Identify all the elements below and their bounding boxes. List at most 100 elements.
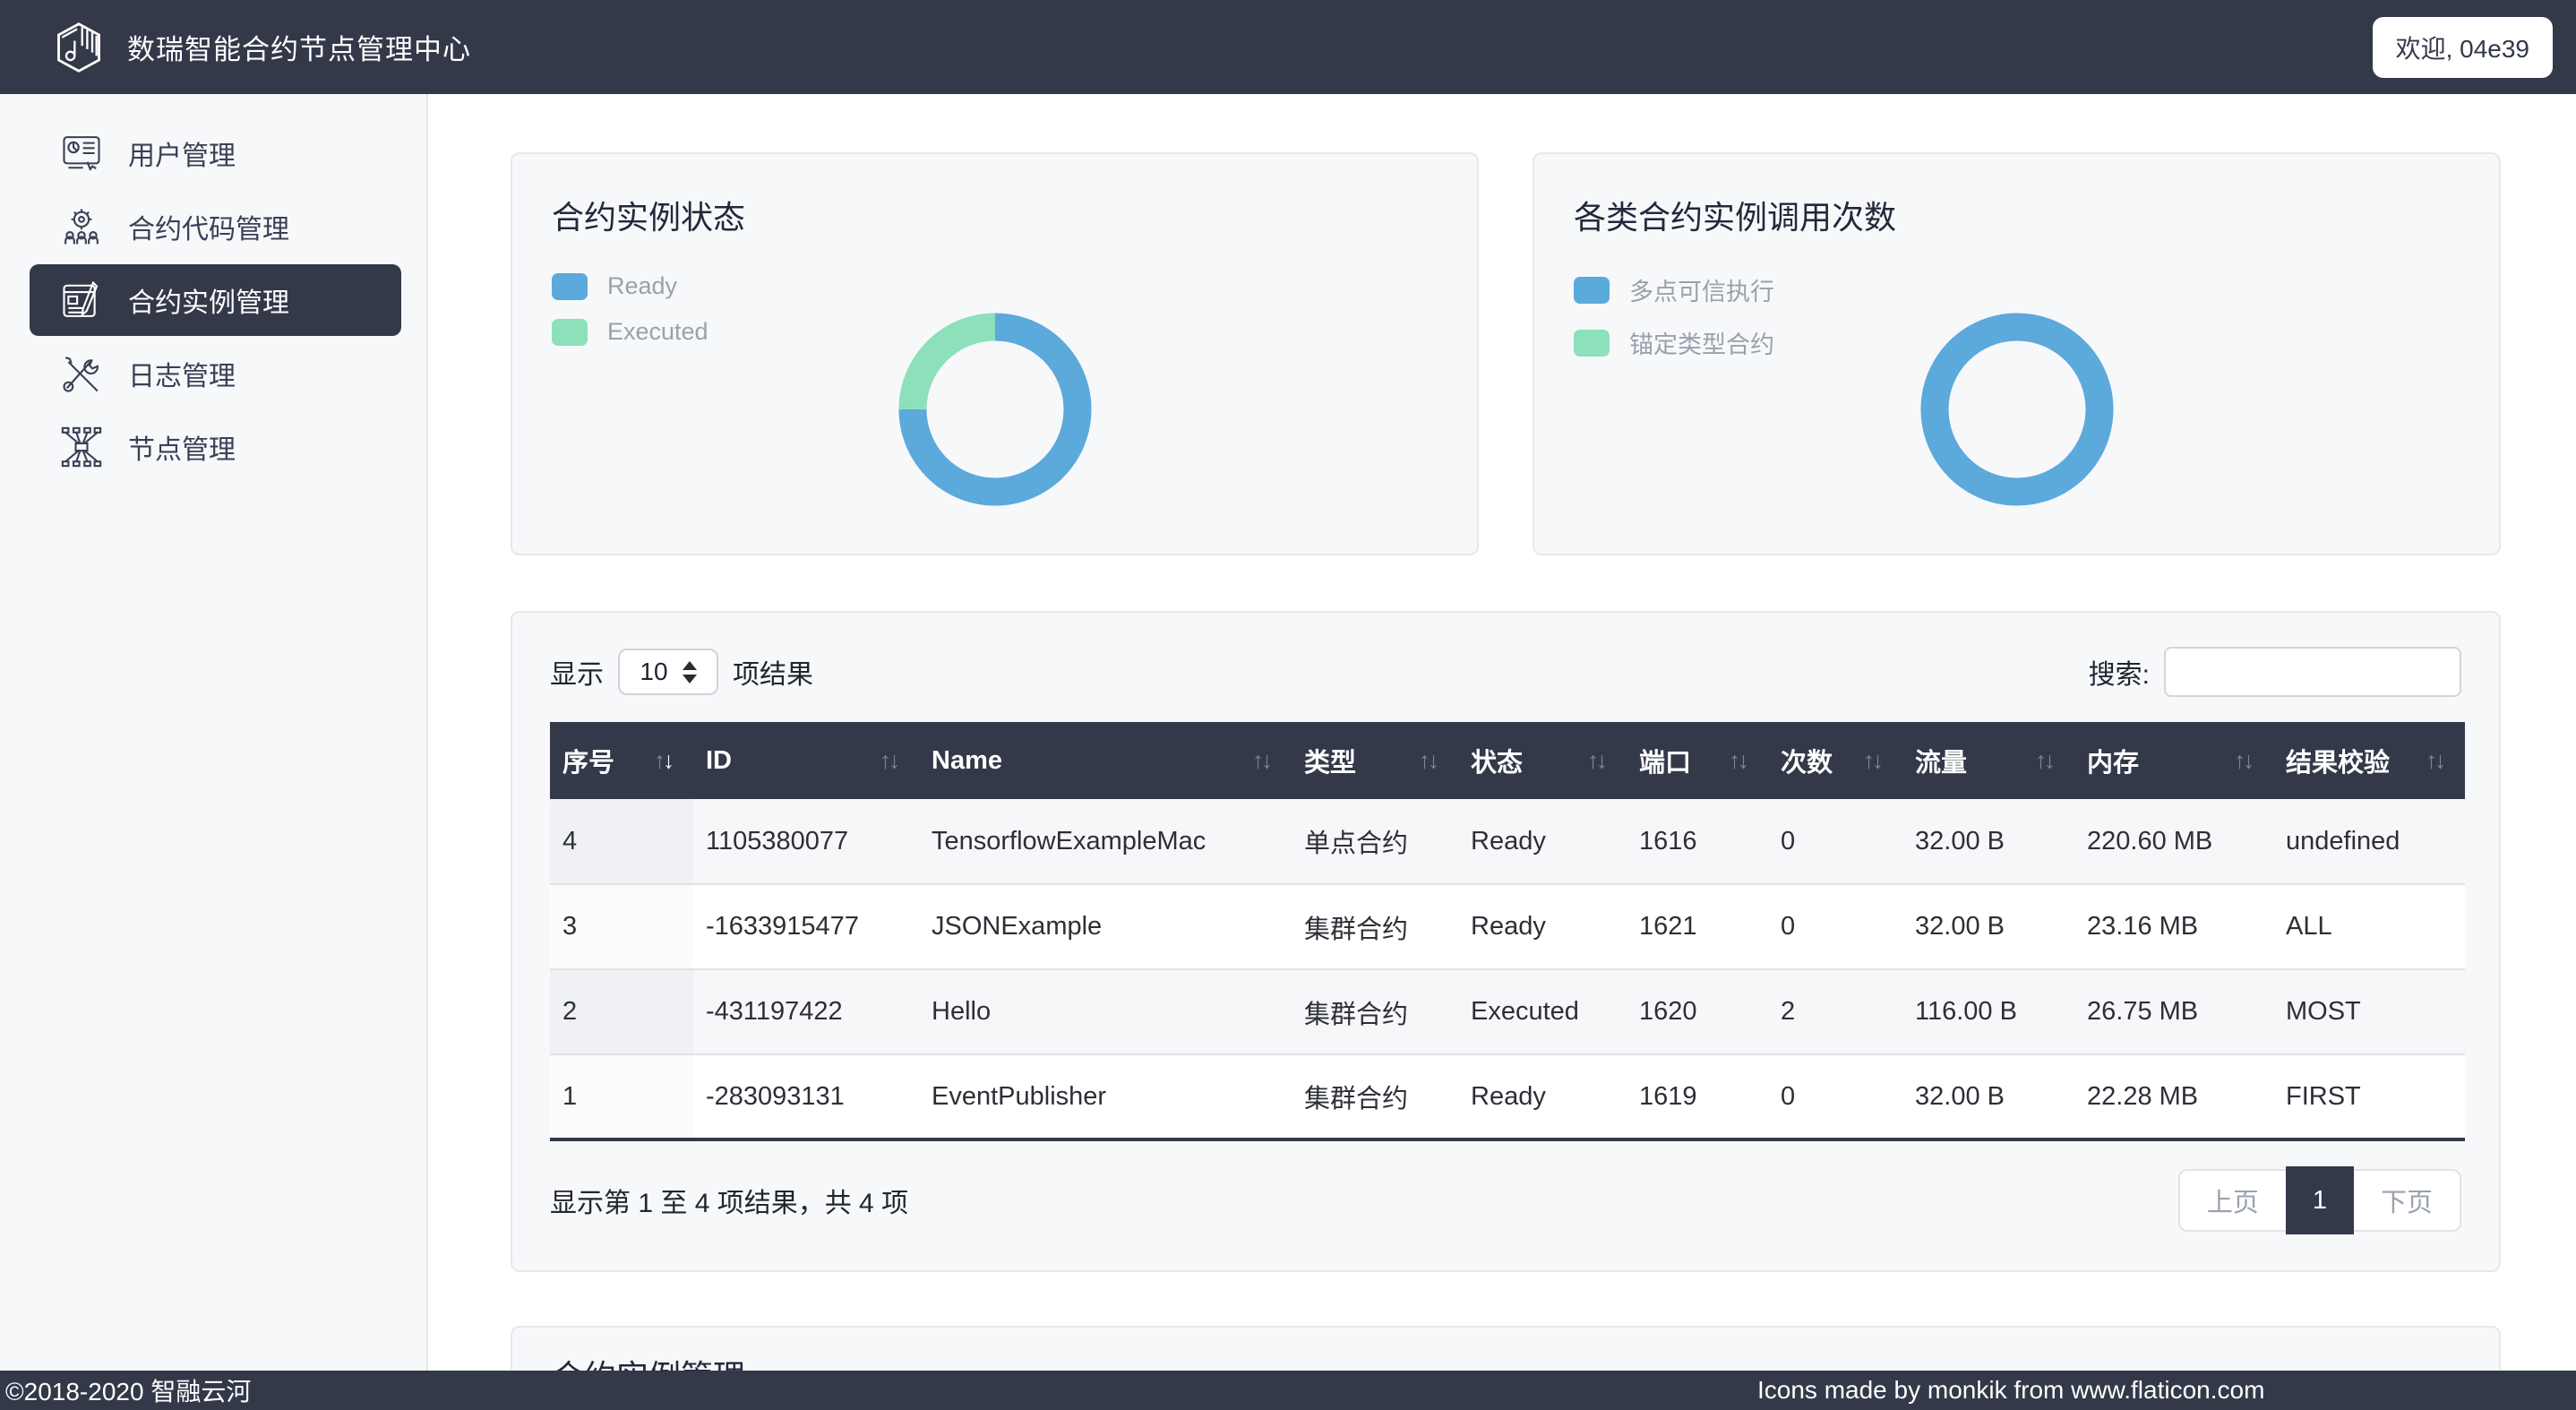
- next-page-button[interactable]: 下页: [2354, 1169, 2461, 1232]
- select-stepper-icon: [683, 661, 697, 684]
- cell-status: Ready: [1458, 1054, 1627, 1139]
- cell-port: 1621: [1627, 884, 1768, 969]
- show-label: 显示: [550, 652, 604, 692]
- table-row: 3 -1633915477 JSONExample 集群合约 Ready 162…: [550, 884, 2465, 969]
- sidebar-item-contract-code[interactable]: 合约代码管理: [30, 191, 401, 262]
- sort-icon: ↑↓: [1252, 747, 1270, 775]
- cell-type: 集群合约: [1292, 1054, 1458, 1139]
- cell-memory: 23.16 MB: [2074, 884, 2273, 969]
- sidebar-item-log-management[interactable]: 日志管理: [30, 338, 401, 409]
- page-size-select[interactable]: 10: [618, 649, 718, 695]
- sidebar-item-label: 合约实例管理: [128, 280, 289, 320]
- column-header-name[interactable]: Name↑↓: [919, 722, 1292, 799]
- cell-name: TensorflowExampleMac: [919, 799, 1292, 884]
- sidebar-item-label: 用户管理: [128, 133, 236, 173]
- sort-icon: ↑↓: [1419, 747, 1437, 775]
- search-input[interactable]: [2164, 647, 2461, 697]
- column-header-memory[interactable]: 内存↑↓: [2074, 722, 2273, 799]
- welcome-user-button[interactable]: 欢迎, 04e39: [2373, 17, 2553, 78]
- instances-table-card: 显示 10 项结果 搜索:: [511, 611, 2501, 1272]
- status-donut-chart: [879, 293, 1112, 526]
- legend-label: Executed: [607, 318, 708, 346]
- column-header-port[interactable]: 端口↑↓: [1627, 722, 1768, 799]
- legend-swatch-green: [1574, 330, 1610, 357]
- column-header-verification[interactable]: 结果校验↑↓: [2273, 722, 2465, 799]
- cell-status: Executed: [1458, 969, 1627, 1054]
- cell-traffic: 116.00 B: [1902, 969, 2074, 1054]
- sidebar: 用户管理 合约代码管理: [0, 94, 428, 1371]
- footer: ©2018-2020 智融云河 Icons made by monkik fro…: [0, 1371, 2576, 1410]
- search-label: 搜索:: [2089, 652, 2150, 692]
- sidebar-item-contract-instance[interactable]: 合约实例管理: [30, 264, 401, 336]
- column-header-status[interactable]: 状态↑↓: [1458, 722, 1627, 799]
- cell-count: 0: [1768, 884, 1902, 969]
- sidebar-item-label: 合约代码管理: [128, 207, 289, 246]
- contract-status-card: 合约实例状态 Ready Executed: [511, 152, 1479, 555]
- page-number-button[interactable]: 1: [2286, 1166, 2354, 1234]
- sort-icon: ↑↓: [880, 747, 897, 775]
- cell-traffic: 32.00 B: [1902, 884, 2074, 969]
- page-size-value: 10: [640, 658, 667, 686]
- sidebar-item-node-management[interactable]: 节点管理: [30, 411, 401, 483]
- legend-swatch-blue: [552, 273, 588, 300]
- sort-icon: ↑↓: [1729, 747, 1747, 775]
- cell-traffic: 32.00 B: [1902, 1054, 2074, 1139]
- sort-icon: ↑↓: [654, 747, 672, 775]
- chart-title: 合约实例状态: [552, 192, 1438, 238]
- sidebar-item-label: 节点管理: [128, 427, 236, 467]
- legend-swatch-green: [552, 319, 588, 346]
- cell-id: -283093131: [693, 1054, 919, 1139]
- cell-status: Ready: [1458, 884, 1627, 969]
- search-control: 搜索:: [2089, 647, 2461, 697]
- app-title: 数瑞智能合约节点管理中心: [127, 27, 471, 67]
- cell-type: 集群合约: [1292, 969, 1458, 1054]
- bottom-card: 合约实例管理: [511, 1326, 2501, 1371]
- contract-instance-icon: [58, 277, 105, 323]
- sort-icon: ↑↓: [2234, 747, 2252, 775]
- log-management-icon: [58, 350, 105, 397]
- brand: 数瑞智能合约节点管理中心: [52, 21, 471, 74]
- sidebar-item-label: 日志管理: [128, 354, 236, 393]
- legend-item-anchored: 锚定类型合约: [1574, 325, 1774, 360]
- invocation-donut-chart: [1901, 293, 2134, 526]
- cell-memory: 220.60 MB: [2074, 799, 2273, 884]
- pagination: 上页 1 下页: [2178, 1166, 2461, 1234]
- app-logo-icon: [52, 21, 106, 74]
- legend: 多点可信执行 锚定类型合约: [1574, 272, 1774, 360]
- sort-icon: ↑↓: [1863, 747, 1881, 775]
- column-header-index[interactable]: 序号↑↓: [550, 722, 693, 799]
- legend-label: 锚定类型合约: [1629, 325, 1774, 360]
- cell-index: 1: [550, 1054, 693, 1139]
- sidebar-item-user-management[interactable]: 用户管理: [30, 117, 401, 189]
- cell-memory: 26.75 MB: [2074, 969, 2273, 1054]
- table-info: 显示第 1 至 4 项结果，共 4 项: [550, 1181, 908, 1220]
- main-area: 用户管理 合约代码管理: [0, 94, 2576, 1371]
- chart-title: 各类合约实例调用次数: [1574, 192, 2460, 238]
- cell-status: Ready: [1458, 799, 1627, 884]
- invocation-count-card: 各类合约实例调用次数 多点可信执行 锚定类型合约: [1533, 152, 2501, 555]
- cell-type: 集群合约: [1292, 884, 1458, 969]
- legend-label: Ready: [607, 272, 677, 300]
- prev-page-button[interactable]: 上页: [2178, 1169, 2286, 1232]
- cell-verification: MOST: [2273, 969, 2465, 1054]
- column-header-count[interactable]: 次数↑↓: [1768, 722, 1902, 799]
- column-header-type[interactable]: 类型↑↓: [1292, 722, 1458, 799]
- cell-verification: ALL: [2273, 884, 2465, 969]
- node-management-icon: [58, 424, 105, 470]
- sort-icon: ↑↓: [2035, 747, 2053, 775]
- cell-count: 0: [1768, 799, 1902, 884]
- table-row: 2 -431197422 Hello 集群合约 Executed 1620 2 …: [550, 969, 2465, 1054]
- contract-code-icon: [58, 203, 105, 250]
- column-header-traffic[interactable]: 流量↑↓: [1902, 722, 2074, 799]
- legend-item-ready: Ready: [552, 272, 708, 300]
- cell-index: 2: [550, 969, 693, 1054]
- legend-label: 多点可信执行: [1629, 272, 1774, 307]
- app-root: 数瑞智能合约节点管理中心 欢迎, 04e39 用户管理: [0, 0, 2576, 1410]
- cell-id: -1633915477: [693, 884, 919, 969]
- cell-name: JSONExample: [919, 884, 1292, 969]
- table-controls: 显示 10 项结果 搜索:: [550, 647, 2461, 697]
- table-header: 序号↑↓ ID↑↓ Name↑↓ 类型↑↓ 状态↑↓ 端口↑↓ 次数↑↓ 流量↑…: [550, 722, 2465, 799]
- cell-port: 1616: [1627, 799, 1768, 884]
- column-header-id[interactable]: ID↑↓: [693, 722, 919, 799]
- cell-index: 4: [550, 799, 693, 884]
